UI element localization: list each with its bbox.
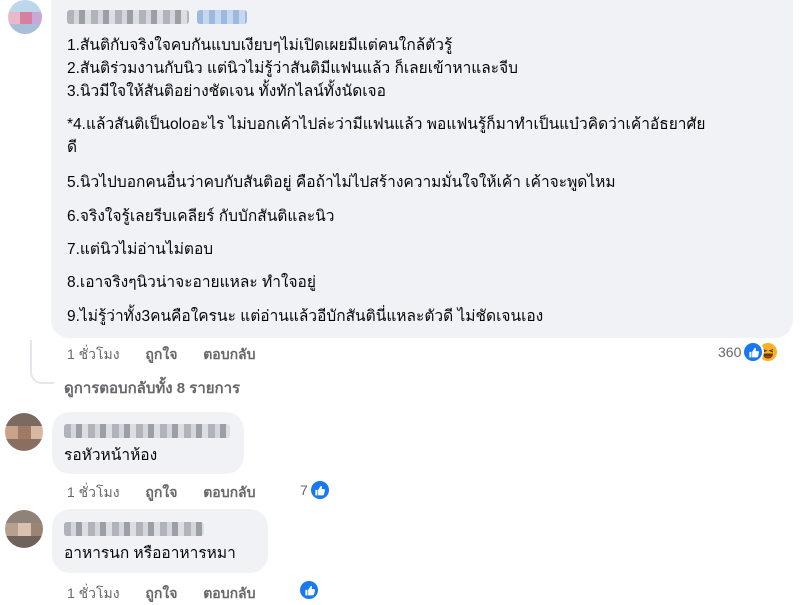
reply-time[interactable]: 1 ชั่วโมง [67,484,120,500]
reply-button[interactable]: ตอบกลับ [203,346,255,362]
comment-line-8: 8.เอาจริงๆนิวน่าจะอายแหละ ทำใจอยู่ [67,274,316,291]
comment-line-1: 1.สันติกับจริงใจคบกันแบบเงียบๆไม่เปิดเผย… [67,37,453,54]
comment-line-6: 6.จริงใจรู้เลยรีบเคลียร์ กับบักสันติและน… [67,208,335,225]
avatar[interactable] [5,510,43,548]
reaction-summary[interactable]: 360 [718,343,778,361]
reply-text: รอหัวหน้าห้อง [64,447,158,464]
like-button[interactable]: ถูกใจ [145,585,177,601]
reply-button[interactable]: ตอบกลับ [203,484,255,500]
reply-text: อาหารนก หรืออาหารหมา [64,545,236,562]
like-icon [310,481,329,499]
view-replies-link[interactable]: ดูการตอบกลับทั้ง 8 รายการ [64,376,240,400]
author-name-blurred[interactable] [64,424,230,438]
comment-line-4b: ดี [67,139,78,156]
reply-actions: 1 ชั่วโมง ถูกใจ ตอบกลับ [67,482,256,504]
comment-line-7: 7.แต่นิวไม่อ่านไม่ตอบ [67,241,214,258]
reaction-count: 7 [300,482,308,498]
author-name-blurred[interactable] [67,10,189,24]
haha-icon [759,343,778,361]
reply-time[interactable]: 1 ชั่วโมง [67,585,120,601]
comment-line-3: 3.นิวมีใจให้สันติอย่างชัดเจน ทั้งทักไลน์… [67,83,386,100]
like-button[interactable]: ถูกใจ [145,484,177,500]
comment-bubble: 1.สันติกับจริงใจคบกันแบบเงียบๆไม่เปิดเผย… [51,0,793,338]
reply-bubble: อาหารนก หรืออาหารหมา [52,509,268,573]
comment-time[interactable]: 1 ชั่วโมง [67,346,120,362]
comment-line-9: 9.ไม่รู้ว่าทั้ง3คนคือใครนะ แต่อ่านแล้วอี… [67,308,544,325]
reply-actions: 1 ชั่วโมง ถูกใจ ตอบกลับ [67,583,256,605]
like-button[interactable]: ถูกใจ [145,346,177,362]
comment-line-2: 2.สันติร่วมงานกับนิว แต่นิวไม่รู้ว่าสันต… [67,60,519,77]
avatar[interactable] [8,0,42,34]
avatar[interactable] [5,413,43,451]
reaction-summary[interactable]: 7 [300,481,329,499]
reply-bubble: รอหัวหน้าห้อง [52,412,244,474]
author-badge-blurred [197,10,247,24]
reply-button[interactable]: ตอบกลับ [203,585,255,601]
comment-actions: 1 ชั่วโมง ถูกใจ ตอบกลับ [67,344,256,366]
author-name-blurred[interactable] [64,522,204,536]
reaction-summary[interactable] [300,581,318,599]
like-icon [300,581,318,599]
comment-line-4: *4.แล้วสันติเป็นoloอะไร ไม่บอกเค้าไปล่ะว… [67,116,706,133]
reaction-count: 360 [718,344,742,360]
thread-line [30,340,54,384]
comment-line-5: 5.นิวไปบอกคนอื่นว่าคบกับสันติอยู่ คือถ้า… [67,174,616,191]
